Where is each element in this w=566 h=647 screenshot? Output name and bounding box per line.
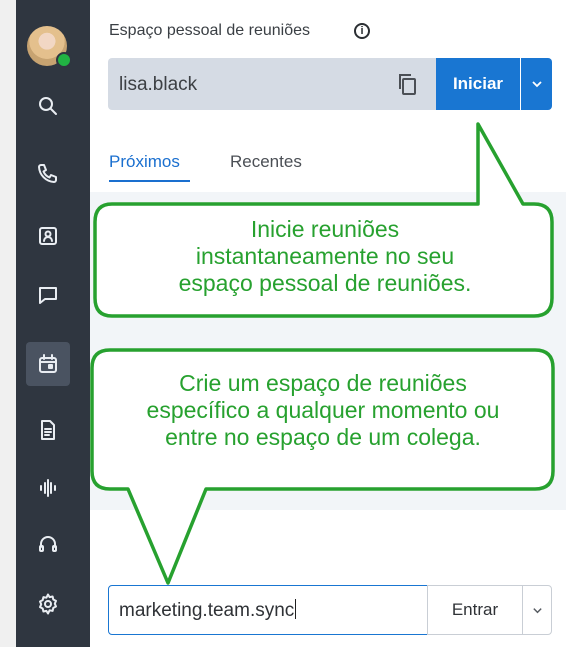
chevron-down-icon [532,607,542,613]
copy-icon[interactable] [396,72,418,96]
start-options-button[interactable] [521,58,552,110]
join-button[interactable]: Entrar [427,585,523,635]
callout-1-line-1: Inicie reuniões [250,216,400,242]
chevron-down-icon [531,81,542,88]
sidebar-item-support[interactable] [26,522,70,566]
callout-1-line-2: instantaneamente no seu [195,243,455,269]
callout-2-line-3: entre no espaço de um colega. [165,424,481,450]
sidebar-item-voicemail[interactable] [26,466,70,510]
sidebar [0,0,90,647]
pmr-label: Espaço pessoal de reuniões [109,22,311,39]
presence-online-icon [56,52,72,68]
meetings-panel: Espaço pessoal de reuniões i lisa.black … [90,0,566,647]
search-icon [39,97,57,115]
join-meeting-value: marketing.team.sync [119,600,295,621]
sidebar-item-calls[interactable] [26,151,70,195]
join-options-button[interactable] [522,585,552,635]
chat-bubble-icon [39,287,57,304]
tab-upcoming[interactable]: Próximos [109,152,180,172]
sidebar-item-search[interactable] [26,84,70,128]
pmr-value: lisa.black [119,74,198,95]
tab-active-indicator [109,180,190,182]
phone-icon [38,164,57,183]
audio-wave-icon [40,479,56,497]
sidebar-item-meetings[interactable] [26,342,70,386]
headset-icon [39,536,57,552]
sidebar-item-settings[interactable] [26,582,70,626]
join-meeting-input[interactable]: marketing.team.sync [108,585,428,635]
contact-card-icon [39,227,57,245]
pmr-field[interactable]: lisa.black [108,58,436,110]
sidebar-item-messaging[interactable] [26,273,70,317]
sidebar-item-contacts[interactable] [26,214,70,258]
callout-2-line-1: Crie um espaço de reuniões [179,370,467,396]
callout-text-2: Crie um espaço de reuniões específico a … [94,370,552,451]
info-icon[interactable]: i [354,23,370,39]
tab-recent[interactable]: Recentes [230,152,302,172]
callout-1-line-3: espaço pessoal de reuniões. [178,270,472,296]
document-icon [41,420,55,440]
gear-icon [39,593,57,615]
calendar-icon [39,354,57,373]
text-caret [295,599,297,619]
start-meeting-button[interactable]: Iniciar [436,58,520,110]
callout-2-line-2: específico a qualquer momento ou [146,397,500,423]
sidebar-item-files[interactable] [26,408,70,452]
callout-text-1: Inicie reuniões instantaneamente no seu … [100,216,550,297]
